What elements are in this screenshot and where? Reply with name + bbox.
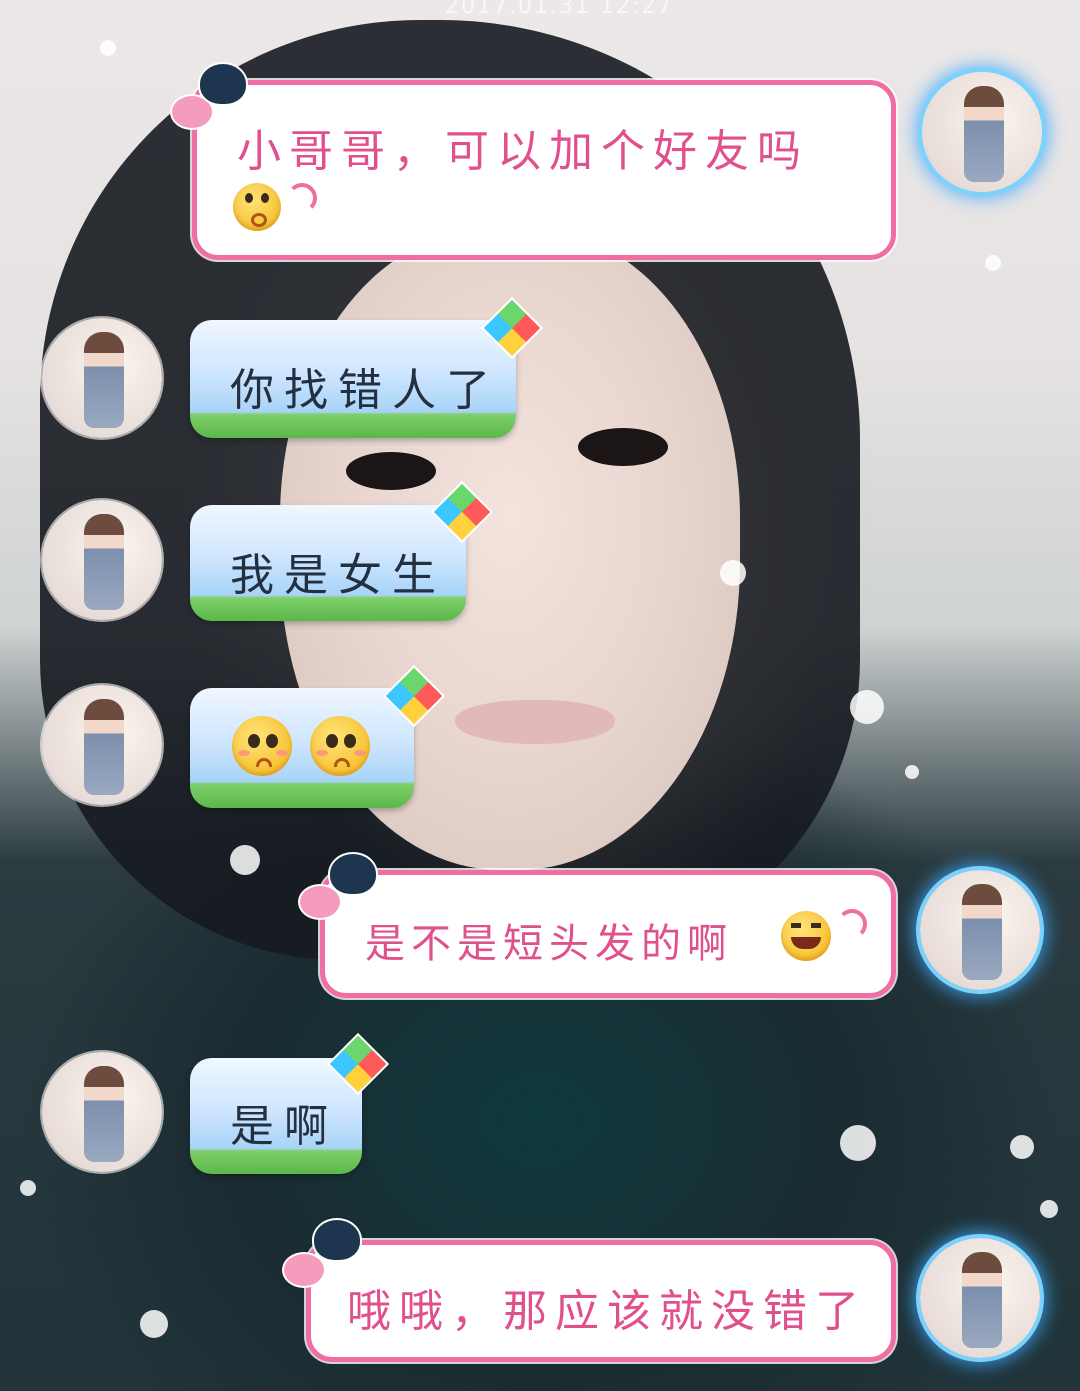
snowflake bbox=[850, 690, 884, 724]
message-bubble-received[interactable] bbox=[190, 688, 414, 808]
avatar-self[interactable] bbox=[920, 870, 1040, 990]
background-eye-right bbox=[578, 428, 668, 466]
bubble-curl-decoration bbox=[287, 183, 317, 213]
cat-sticker-icon bbox=[312, 1218, 362, 1262]
cat-sticker-icon bbox=[198, 62, 248, 106]
laughing-crying-emoji-icon bbox=[781, 911, 831, 961]
bubble-curl-decoration bbox=[837, 909, 867, 939]
message-text: 我是女生 bbox=[230, 550, 446, 601]
message-bubble-sent[interactable]: 哦哦，那应该就没错了 bbox=[306, 1240, 896, 1362]
message-bubble-sent[interactable]: 是不是短头发的啊 bbox=[320, 870, 896, 998]
message-text: 哦哦，那应该就没错了 bbox=[347, 1286, 867, 1337]
avatar-self[interactable] bbox=[920, 1238, 1040, 1358]
avatar-figure bbox=[84, 1066, 124, 1162]
pleading-emoji-icon bbox=[310, 716, 370, 776]
snowflake bbox=[140, 1310, 168, 1338]
avatar-figure bbox=[962, 1252, 1002, 1348]
avatar-figure bbox=[962, 884, 1002, 980]
snowflake bbox=[720, 560, 746, 586]
message-bubble-received[interactable]: 你找错人了 bbox=[190, 320, 516, 438]
avatar-other[interactable] bbox=[42, 318, 162, 438]
avatar-figure bbox=[84, 699, 124, 795]
background-mouth bbox=[455, 700, 615, 744]
background-eye-left bbox=[346, 452, 436, 490]
message-bubble-received[interactable]: 是啊 bbox=[190, 1058, 362, 1174]
message-text: 是啊 bbox=[230, 1101, 338, 1152]
avatar-figure bbox=[84, 514, 124, 610]
avatar-self[interactable] bbox=[922, 72, 1042, 192]
avatar-figure bbox=[84, 332, 124, 428]
avatar-other[interactable] bbox=[42, 1052, 162, 1172]
timestamp: 2017.01.31 12:27 bbox=[445, 0, 674, 19]
snowflake bbox=[840, 1125, 876, 1161]
avatar-other[interactable] bbox=[42, 500, 162, 620]
surprised-emoji-icon bbox=[233, 183, 281, 231]
cat-sticker-icon bbox=[328, 852, 378, 896]
snowflake bbox=[100, 40, 116, 56]
snowflake bbox=[1010, 1135, 1034, 1159]
pleading-emoji-icon bbox=[232, 716, 292, 776]
message-text: 是不是短头发的啊 bbox=[365, 921, 733, 967]
message-text: 小哥哥，可以加个好友吗 bbox=[237, 126, 809, 177]
snowflake bbox=[985, 255, 1001, 271]
message-bubble-received[interactable]: 我是女生 bbox=[190, 505, 466, 621]
avatar-other[interactable] bbox=[42, 685, 162, 805]
snowflake bbox=[905, 765, 919, 779]
avatar-figure bbox=[964, 86, 1004, 182]
message-bubble-sent[interactable]: 小哥哥，可以加个好友吗 bbox=[192, 80, 896, 260]
snowflake bbox=[230, 845, 260, 875]
message-text: 你找错人了 bbox=[230, 365, 500, 416]
snowflake bbox=[20, 1180, 36, 1196]
snowflake bbox=[1040, 1200, 1058, 1218]
